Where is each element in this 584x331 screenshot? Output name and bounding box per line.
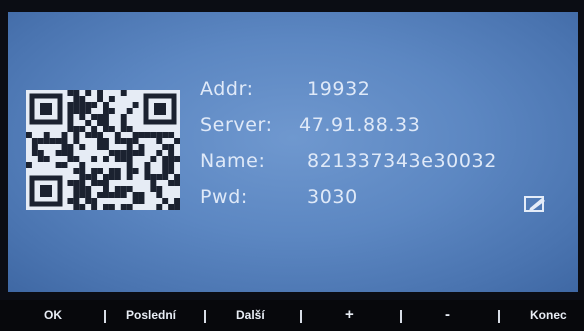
name-value: 821337343e30032 — [307, 150, 497, 172]
pwd-value: 3030 — [307, 186, 358, 208]
softkey-bar: OK Poslední Další + - Konec — [0, 300, 584, 331]
qr-code-icon — [26, 90, 180, 210]
pwd-label: Pwd: — [200, 186, 248, 208]
toolbar-separator — [204, 310, 206, 323]
konec-button[interactable]: Konec — [530, 308, 567, 322]
plus-button[interactable]: + — [345, 306, 354, 323]
addr-label: Addr: — [200, 78, 254, 100]
server-label: Server: — [200, 114, 273, 136]
toolbar-separator — [104, 310, 106, 323]
name-label: Name: — [200, 150, 266, 172]
device-frame: Addr: 19932 Server: 47.91.88.33 Name: 82… — [0, 0, 584, 331]
minus-button[interactable]: - — [445, 306, 450, 323]
toolbar-separator — [498, 310, 500, 323]
lcd-screen: Addr: 19932 Server: 47.91.88.33 Name: 82… — [8, 12, 578, 292]
dalsi-button[interactable]: Další — [236, 308, 265, 322]
ok-button[interactable]: OK — [44, 308, 62, 322]
server-value: 47.91.88.33 — [299, 114, 421, 136]
edit-icon[interactable] — [522, 194, 548, 214]
posledni-button[interactable]: Poslední — [126, 308, 176, 322]
toolbar-separator — [400, 310, 402, 323]
addr-value: 19932 — [307, 78, 371, 100]
toolbar-separator — [300, 310, 302, 323]
